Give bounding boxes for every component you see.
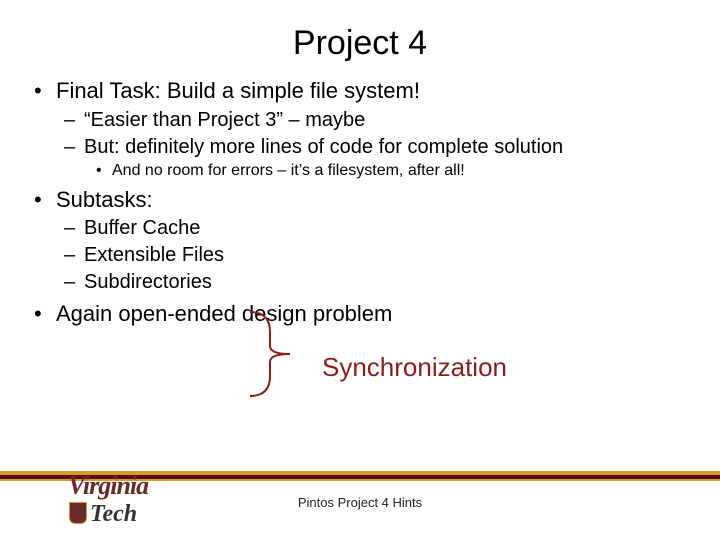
subbullet-subdirectories: Subdirectories [56,270,700,294]
bullet-final-task: Final Task: Build a simple file system! … [22,77,700,180]
bullet-text: Final Task: Build a simple file system! [56,78,420,103]
subbullet-buffer-cache: Buffer Cache [56,216,700,240]
bullet-text: But: definitely more lines of code for c… [84,136,563,158]
shield-icon [69,502,87,524]
bullet-text: Subtasks: [56,187,153,212]
bullet-open-ended: Again open-ended design problem [22,300,700,328]
logo-text-tech: Tech [90,501,137,527]
subbullet-extensible-files: Extensible Files [56,243,700,267]
subsubbullet-no-room: And no room for errors – it’s a filesyst… [84,161,700,180]
virginia-tech-logo: Virginia Tech [68,471,148,528]
annotation-synchronization: Synchronization [322,352,507,383]
logo-text-virginia: Virginia [68,471,148,500]
bullet-subtasks: Subtasks: Buffer Cache Extensible Files … [22,186,700,295]
subbullet-more-lines: But: definitely more lines of code for c… [56,135,700,180]
subbullet-easier: “Easier than Project 3” – maybe [56,108,700,132]
slide-body: Final Task: Build a simple file system! … [0,77,720,328]
slide-title: Project 4 [0,0,720,71]
brace-icon [240,308,310,400]
